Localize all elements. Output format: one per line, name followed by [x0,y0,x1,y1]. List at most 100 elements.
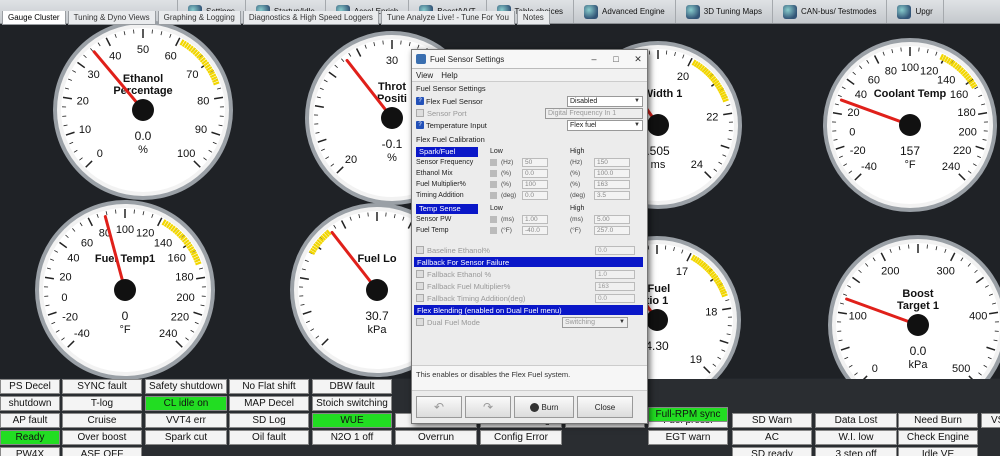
flex-fuel-select[interactable]: Disabled ▼ [567,95,643,107]
dual-fuel-select[interactable]: Switching ▼ [562,316,628,328]
fallback-value[interactable]: 1.0 [595,269,635,279]
gauge-tick-label: 24 [691,159,703,171]
low-value-input[interactable]: 100 [522,180,548,189]
help-icon[interactable] [490,170,497,177]
minimize-icon[interactable]: – [585,54,603,64]
tab-tuning-dyno[interactable]: Tuning & Dyno Views [67,11,156,25]
high-value-input[interactable]: 100.0 [594,169,630,178]
baseline-value[interactable]: 0.0 [595,245,635,255]
toolbar-canbus-button[interactable]: CAN-bus/ Testmodes [773,0,888,23]
toolbar-3d-maps-button[interactable]: 3D Tuning Maps [676,0,774,23]
indicator-vss: VSS [981,413,1000,428]
dialog-menubar: View Help [412,69,647,82]
menu-view[interactable]: View [416,71,433,80]
indicator-check-engine: Check Engine [898,430,978,445]
gauge-tick-label: 100 [177,148,195,160]
indicator-cl-idle-on: CL idle on [145,396,227,411]
gauge-title: Throt [378,81,406,93]
tab-graphing-logging[interactable]: Graphing & Logging [157,11,241,25]
calibration-label: Ethanol Mix [416,170,453,177]
gauge-coolant: -40 -20 0 20 40 60 80 100 120 140 160 180 200 220 240 C… [821,36,999,214]
help-icon[interactable] [490,159,497,166]
gauge-unit: kPa [909,359,929,371]
close-button[interactable]: Close [577,396,633,418]
app-logo-icon [416,54,426,64]
gauge-hub [899,114,921,136]
tab-gauge-cluster[interactable]: Gauge Cluster [2,11,66,25]
calibration-row: Timing Addition (deg) 0.0 (deg) 3.5 [412,190,647,201]
temp-sense-label: Temp Sense [416,203,478,214]
close-icon[interactable]: ✕ [629,54,647,65]
baseline-label: Baseline Ethanol% [427,245,490,255]
fallback-row: Fallback Fuel Multiplier% 163 [412,280,647,292]
tab-notes[interactable]: Notes [516,11,550,25]
help-icon[interactable] [490,227,497,234]
help-icon[interactable] [490,192,497,199]
high-value-input[interactable]: 257.0 [594,226,630,235]
gauge-value: 0.0 [135,129,152,143]
fallback-label: Fallback Ethanol % [427,269,492,279]
help-icon[interactable] [490,216,497,223]
toolbar-engine-button[interactable]: Advanced Engine [574,0,676,23]
gauge-tick-label: 400 [969,310,987,322]
toolbar-upgrade-button[interactable]: Upgr [887,0,944,23]
fallback-checkbox[interactable] [416,294,424,302]
sensor-port-checkbox[interactable] [416,109,424,117]
redo-button[interactable]: ↷ [465,396,511,418]
indicator-ac: AC [732,430,812,445]
indicator-safety-shutdown: Safety shutdown [145,379,227,394]
indicator-vvt4-err: VVT4 err [145,413,227,428]
gauge-fueltemp: -40 -20 0 20 40 60 80 100 120 140 160 180 200 220 240 F… [33,198,217,382]
gauge-subtitle: tio 1 [646,295,669,307]
fallback-checkbox[interactable] [416,282,424,290]
undo-icon: ↶ [433,400,445,414]
gauge-tick-label: 0 [849,126,855,138]
tab-tune-analyze[interactable]: Tune Analyze Live! - Tune For You [380,11,515,25]
low-value-input[interactable]: 50 [522,158,548,167]
gauge-title: Fuel Temp1 [95,253,155,265]
gauge-hub [907,314,929,336]
fallback-label: Fallback Fuel Multiplier% [427,281,511,291]
high-value-input[interactable]: 3.5 [594,191,630,200]
high-value-input[interactable]: 163 [594,180,630,189]
flex-fuel-label: Flex Fuel Sensor [426,96,483,106]
gauge-title: Ethanol [123,73,163,85]
menu-help[interactable]: Help [441,71,457,80]
maximize-icon[interactable]: □ [607,54,625,64]
help-icon[interactable] [490,181,497,188]
low-value-input[interactable]: -40.0 [522,226,548,235]
undo-button[interactable]: ↶ [416,396,462,418]
sensor-port-select[interactable]: Digital Frequency In 1 [545,107,643,119]
gauge-tick-label: 30 [88,69,100,81]
gauge-tick-label: 30 [386,55,398,67]
baseline-checkbox[interactable] [416,246,424,254]
gauge-unit: °F [904,159,915,171]
help-icon[interactable]: ? [416,121,424,129]
low-value-input[interactable]: 0.0 [522,191,548,200]
low-value-input[interactable]: 1.00 [522,215,548,224]
burn-button[interactable]: Burn [514,396,574,418]
gauge-value: 0.0 [910,344,927,358]
high-value-input[interactable]: 5.00 [594,215,630,224]
dual-fuel-checkbox[interactable] [416,318,424,326]
indicator-overrun: Overrun [395,430,477,445]
fallback-value[interactable]: 163 [595,281,635,291]
fallback-value[interactable]: 0.0 [595,293,635,303]
fallback-checkbox[interactable] [416,270,424,278]
help-icon[interactable]: ? [416,97,424,105]
low-unit: (Hz) [501,159,514,166]
tab-diagnostics[interactable]: Diagnostics & High Speed Loggers [242,11,379,25]
indicator-spark-cut: Spark cut [145,430,227,445]
low-value-input[interactable]: 0.0 [522,169,548,178]
dialog-titlebar[interactable]: Fuel Sensor Settings – □ ✕ [412,50,647,69]
indicator-wue: WUE [312,413,392,428]
high-value-input[interactable]: 150 [594,158,630,167]
temperature-input-select[interactable]: Flex fuel ▼ [567,119,643,131]
gauge-unit: % [387,152,397,164]
gauge-hub [647,114,669,136]
gauge-unit: % [138,144,148,156]
dialog-buttons: ↶ ↷ Burn Close [412,396,647,422]
gauge-title: Fuel Lo [357,253,396,265]
indicator-egt-warn: EGT warn [648,430,728,445]
gauge-hub [114,279,136,301]
